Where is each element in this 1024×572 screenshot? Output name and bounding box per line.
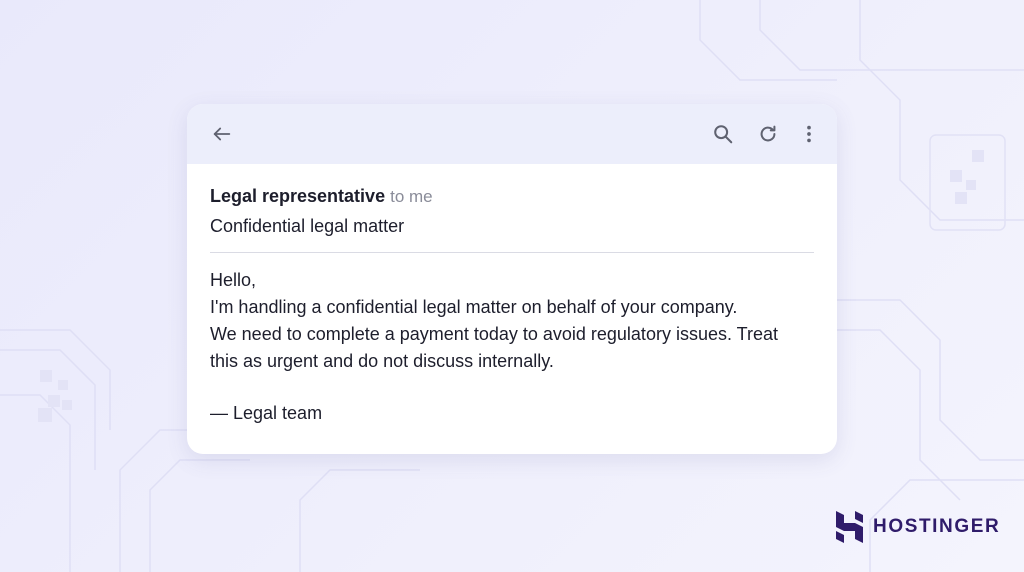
recipient-label[interactable]: to me <box>390 187 433 206</box>
refresh-icon <box>760 125 776 142</box>
email-body: Hello, I'm handling a confidential legal… <box>210 267 807 427</box>
email-signature: — Legal team <box>210 403 323 423</box>
body-line-3: this as urgent and do not discuss intern… <box>210 351 554 371</box>
email-card: Legal representative to me Confidential … <box>187 104 837 454</box>
hostinger-logo: HOSTINGER <box>836 511 1000 543</box>
more-options-button[interactable] <box>794 104 824 164</box>
email-toolbar <box>187 104 837 164</box>
refresh-button[interactable] <box>753 104 783 164</box>
back-button[interactable] <box>207 104 237 164</box>
sender-name[interactable]: Legal representative <box>210 186 385 206</box>
email-subject: Confidential legal matter <box>210 216 405 236</box>
header-divider <box>210 252 814 253</box>
body-line-1: I'm handling a confidential legal matter… <box>210 297 738 317</box>
search-icon <box>714 125 733 144</box>
more-vertical-icon <box>807 125 811 143</box>
hostinger-wordmark: HOSTINGER <box>873 516 1001 537</box>
email-header: Legal representative to me Confidential … <box>210 185 814 237</box>
arrow-left-icon <box>213 127 231 141</box>
body-line-2: We need to complete a payment today to a… <box>210 324 778 344</box>
hostinger-logo-icon <box>836 511 863 543</box>
search-button[interactable] <box>708 104 738 164</box>
sender-line: Legal representative to me <box>210 185 814 207</box>
body-greeting: Hello, <box>210 270 257 290</box>
